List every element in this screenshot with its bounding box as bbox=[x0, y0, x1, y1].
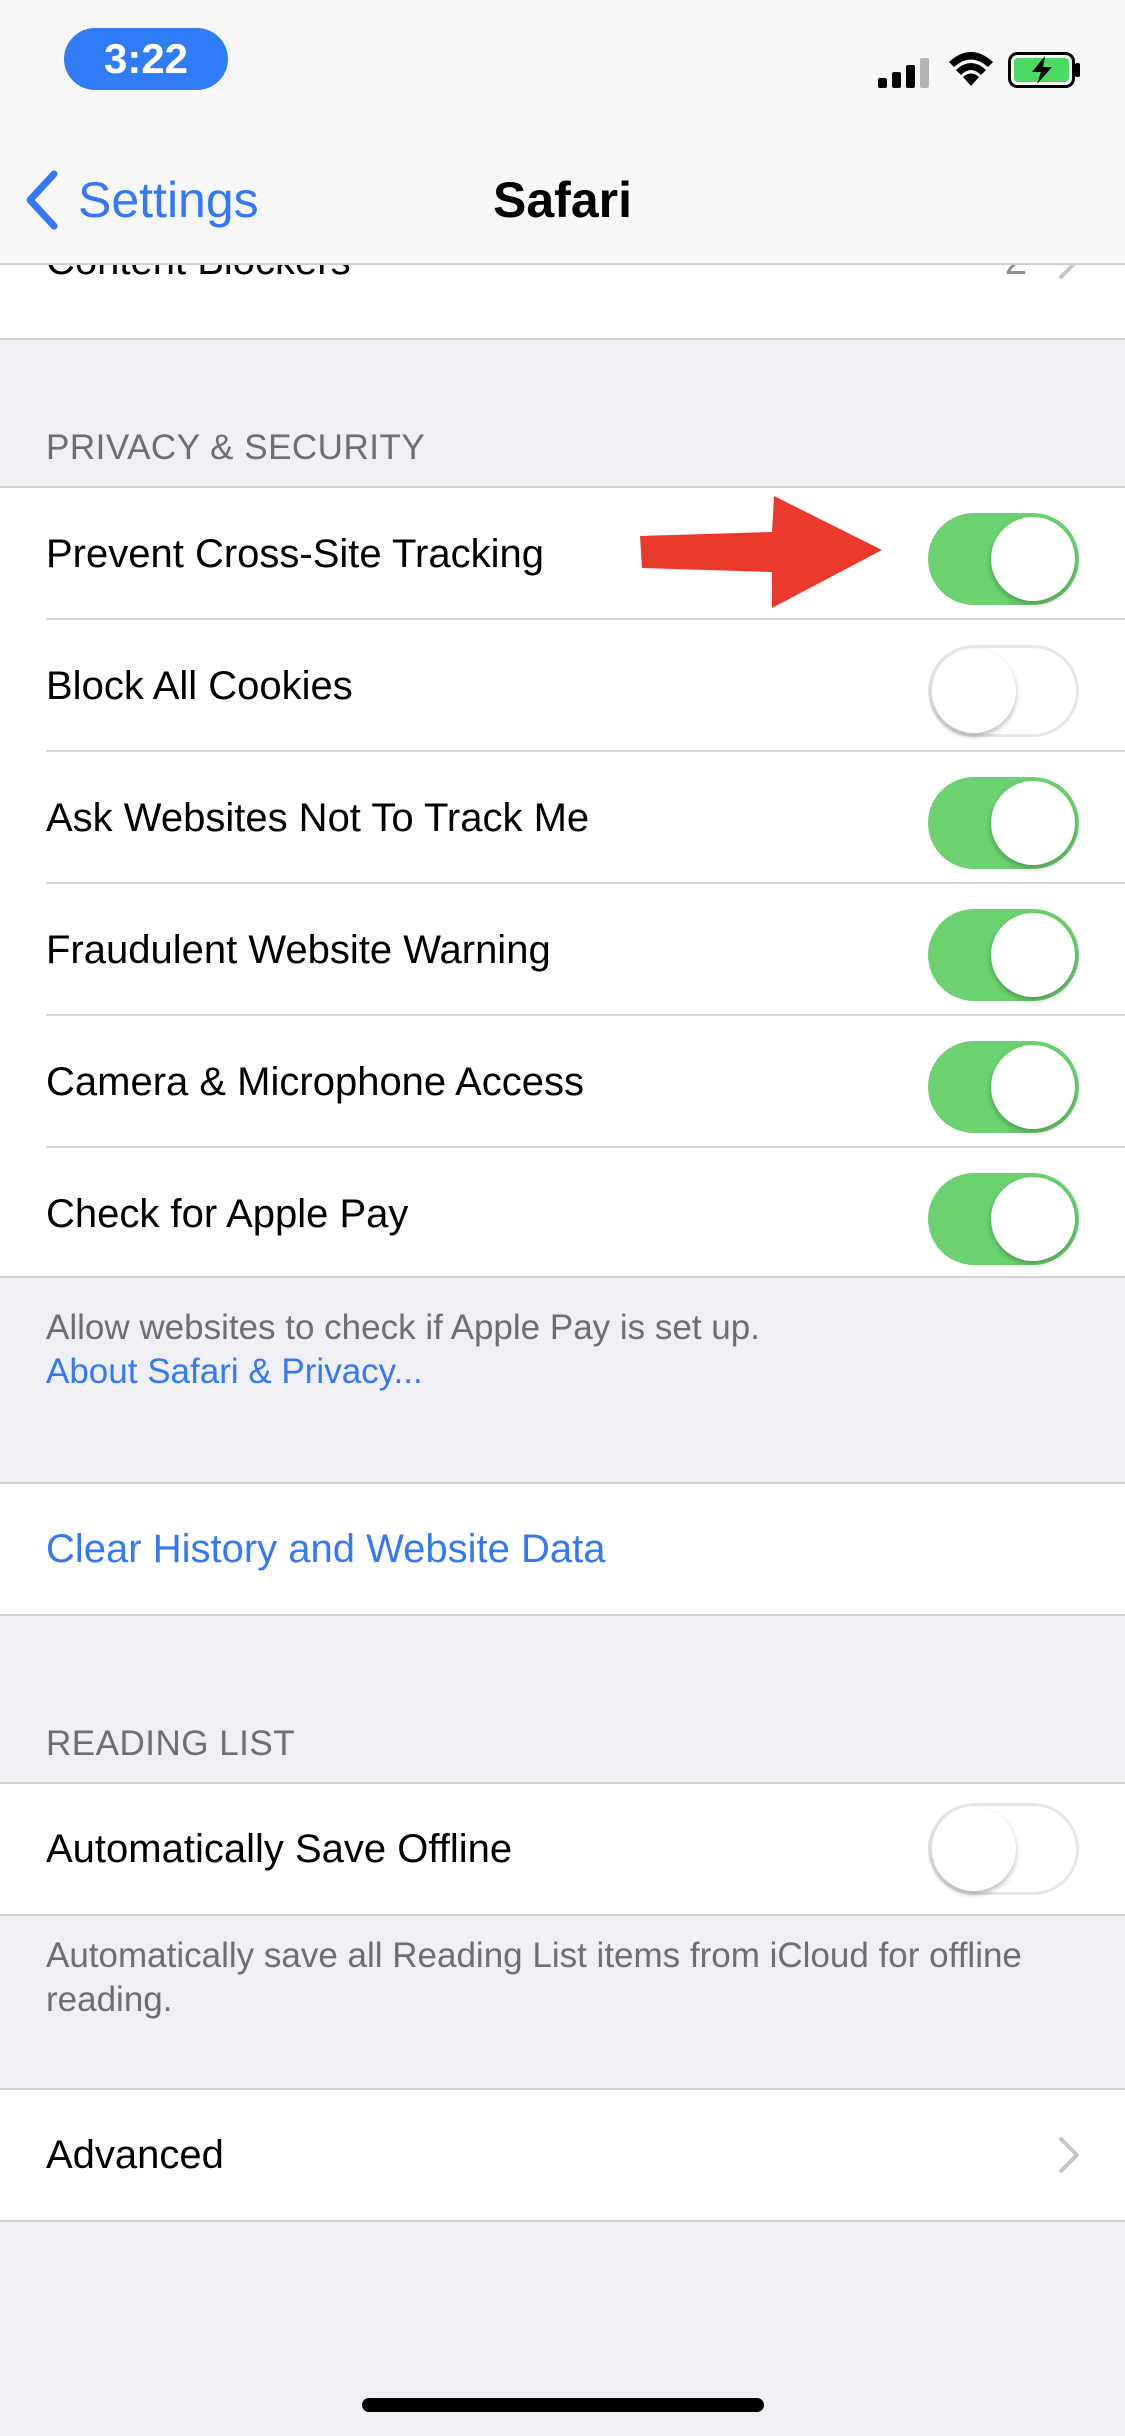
status-time[interactable]: 3:22 bbox=[64, 28, 228, 90]
battery-charging-icon bbox=[1008, 52, 1080, 88]
setting-label: Automatically Save Offline bbox=[46, 1827, 513, 1871]
reading-list-footer-text: Automatically save all Reading List item… bbox=[46, 1936, 1022, 2019]
toggle-block-all-cookies[interactable] bbox=[928, 645, 1079, 737]
section-header-privacy: PRIVACY & SECURITY bbox=[46, 428, 426, 467]
toggle-automatically-save-offline[interactable] bbox=[928, 1803, 1079, 1895]
setting-row-block-all-cookies: Block All Cookies bbox=[0, 620, 1125, 752]
toggle-knob bbox=[991, 517, 1075, 601]
setting-row-fraudulent-website-warning: Fraudulent Website Warning bbox=[0, 884, 1125, 1016]
annotation-arrow-icon bbox=[640, 496, 882, 608]
content-blockers-group: Content Blockers 2 bbox=[0, 265, 1125, 338]
setting-label: Ask Websites Not To Track Me bbox=[46, 796, 590, 840]
wifi-icon bbox=[949, 52, 993, 86]
privacy-security-group: Prevent Cross-Site Tracking Block All Co… bbox=[0, 488, 1125, 1276]
divider bbox=[0, 1614, 1125, 1616]
divider bbox=[0, 1276, 1125, 1278]
toggle-knob bbox=[991, 1177, 1075, 1261]
content-blockers-row[interactable]: Content Blockers 2 bbox=[0, 265, 1125, 327]
toggle-knob bbox=[932, 1807, 1016, 1891]
chevron-right-icon bbox=[1059, 265, 1076, 279]
clear-history-group: Clear History and Website Data bbox=[0, 1484, 1125, 1614]
setting-label: Check for Apple Pay bbox=[46, 1192, 409, 1236]
cellular-signal-icon bbox=[878, 58, 929, 88]
divider bbox=[0, 1914, 1125, 1916]
toggle-knob bbox=[991, 913, 1075, 997]
content-blockers-count: 2 bbox=[1005, 265, 1027, 327]
toggle-fraudulent-website-warning[interactable] bbox=[928, 909, 1079, 1001]
divider bbox=[0, 338, 1125, 340]
divider bbox=[0, 2220, 1125, 2222]
setting-label: Camera & Microphone Access bbox=[46, 1060, 585, 1104]
back-button[interactable]: Settings bbox=[78, 168, 259, 232]
setting-row-ask-not-to-track: Ask Websites Not To Track Me bbox=[0, 752, 1125, 884]
chevron-right-icon bbox=[1059, 2137, 1079, 2173]
toggle-ask-not-to-track[interactable] bbox=[928, 777, 1079, 869]
content-blockers-label: Content Blockers bbox=[46, 265, 351, 327]
setting-label: Block All Cookies bbox=[46, 664, 353, 708]
advanced-group: Advanced bbox=[0, 2090, 1125, 2220]
toggle-camera-microphone-access[interactable] bbox=[928, 1041, 1079, 1133]
section-header-reading-list: READING LIST bbox=[46, 1724, 296, 1763]
toggle-knob bbox=[991, 1045, 1075, 1129]
advanced-row[interactable]: Advanced bbox=[0, 2090, 1125, 2220]
setting-row-camera-microphone-access: Camera & Microphone Access bbox=[0, 1016, 1125, 1148]
clear-history-label: Clear History and Website Data bbox=[46, 1527, 606, 1571]
toggle-knob bbox=[991, 781, 1075, 865]
setting-row-check-for-apple-pay: Check for Apple Pay bbox=[0, 1148, 1125, 1280]
reading-list-group: Automatically Save Offline bbox=[0, 1784, 1125, 1914]
about-safari-privacy-link[interactable]: About Safari & Privacy... bbox=[46, 1350, 1086, 1394]
setting-label: Prevent Cross-Site Tracking bbox=[46, 532, 544, 576]
home-indicator[interactable] bbox=[362, 2398, 764, 2412]
advanced-label: Advanced bbox=[46, 2133, 224, 2177]
chevron-left-icon[interactable] bbox=[22, 168, 62, 232]
toggle-check-for-apple-pay[interactable] bbox=[928, 1173, 1079, 1265]
toggle-prevent-cross-site-tracking[interactable] bbox=[928, 513, 1079, 605]
setting-row-prevent-cross-site-tracking: Prevent Cross-Site Tracking bbox=[0, 488, 1125, 620]
apple-pay-footer-text: Allow websites to check if Apple Pay is … bbox=[46, 1308, 760, 1347]
setting-label: Fraudulent Website Warning bbox=[46, 928, 551, 972]
toggle-knob bbox=[932, 649, 1016, 733]
setting-row-save-offline: Automatically Save Offline bbox=[0, 1784, 1125, 1914]
clear-history-button[interactable]: Clear History and Website Data bbox=[0, 1484, 1125, 1614]
